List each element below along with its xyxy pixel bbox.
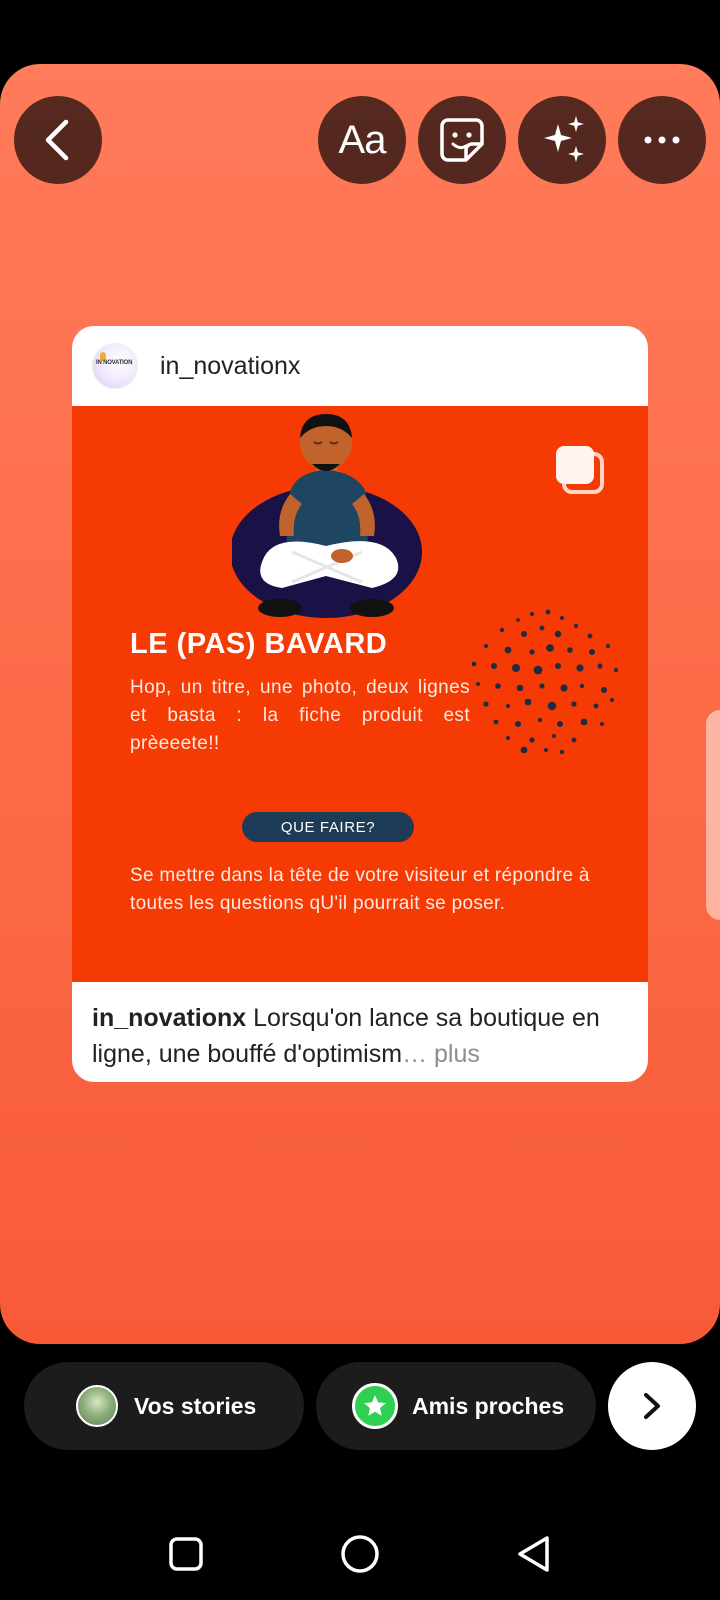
your-stories-label: Vos stories [134,1392,257,1419]
close-friends-label: Amis proches [412,1392,565,1419]
post-username[interactable]: in_novationx [160,352,300,381]
text-tool-button[interactable]: Aa [318,96,406,184]
shared-post-card[interactable]: IN NOVATION in_novationx LE (PAS) BAVARD… [72,326,648,1082]
carousel-icon [556,446,604,494]
effects-button[interactable] [518,96,606,184]
story-canvas[interactable]: Aa IN NOVATION in_novationx LE (PAS) BAV… [0,64,720,1344]
side-drag-handle[interactable] [706,710,720,920]
sticker-icon [440,118,484,162]
share-close-friends-button[interactable]: Amis proches [316,1362,596,1450]
more-dots-icon [644,136,680,144]
post-image: LE (PAS) BAVARD Hop, un titre, une photo… [72,406,648,982]
share-your-stories-button[interactable]: Vos stories [24,1362,304,1450]
sticker-button[interactable] [418,96,506,184]
text-tool-label: Aa [338,117,387,162]
back-nav-button[interactable] [506,1526,562,1582]
triangle-back-icon [518,1536,549,1572]
square-icon [169,1537,203,1571]
circle-icon [341,1535,379,1573]
meditating-person-illustration [232,414,422,618]
recent-apps-button[interactable] [158,1526,214,1582]
send-next-button[interactable] [608,1362,696,1450]
back-button[interactable] [14,96,102,184]
close-friends-star-icon [352,1383,398,1429]
back-arrow-icon [45,119,69,161]
dot-pattern-decoration [471,609,618,755]
post-avatar: IN NOVATION [92,343,138,389]
chevron-right-icon [644,1393,660,1419]
more-options-button[interactable] [618,96,706,184]
post-image-title: LE (PAS) BAVARD [130,628,388,660]
post-image-body: Hop, un titre, une photo, deux lignes et… [130,677,470,754]
caption-more-link[interactable]: … plus [402,1040,480,1068]
post-caption: in_novationx Lorsqu'on lance sa boutique… [72,982,648,1072]
post-image-pill: QUE FAIRE? [242,812,414,842]
post-header: IN NOVATION in_novationx [72,326,648,406]
home-button[interactable] [332,1526,388,1582]
sparkles-icon [544,116,584,162]
avatar-logo-text: IN NOVATION [96,360,133,366]
user-avatar [76,1385,118,1427]
caption-username: in_novationx [92,1004,247,1032]
post-image-body-2: Se mettre dans la tête de votre visiteur… [130,865,590,914]
